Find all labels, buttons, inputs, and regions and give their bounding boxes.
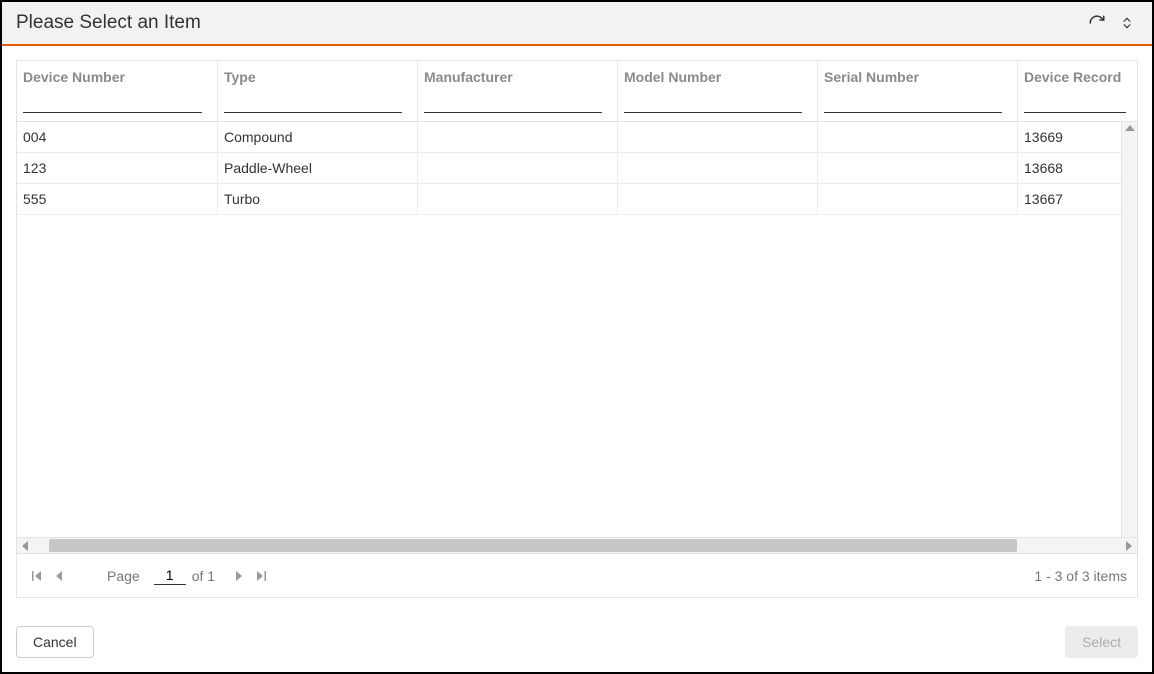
cell-manufacturer <box>418 184 618 214</box>
cell-type: Paddle-Wheel <box>218 153 418 183</box>
scroll-left-icon[interactable] <box>17 538 33 554</box>
column-header-type[interactable]: Type <box>218 61 418 121</box>
cancel-button[interactable]: Cancel <box>16 626 94 658</box>
grid-body-wrap: 004 Compound 13669 123 Paddle-Wheel 1366 <box>17 122 1137 537</box>
pager: Page of 1 1 - 3 of 3 items <box>17 553 1137 597</box>
cell-device-record: 13668 <box>1018 153 1121 183</box>
data-grid: Device Number Type Manufacturer Model Nu… <box>16 60 1138 598</box>
pager-page-input[interactable] <box>154 566 186 585</box>
pager-page-label: Page <box>107 568 140 584</box>
dialog-title: Please Select an Item <box>16 12 1078 34</box>
dialog-footer: Cancel Select <box>2 612 1152 672</box>
grid-header-row: Device Number Type Manufacturer Model Nu… <box>17 61 1137 122</box>
cell-serial-number <box>818 184 1018 214</box>
column-header-device-number[interactable]: Device Number <box>17 61 218 121</box>
grid-body[interactable]: 004 Compound 13669 123 Paddle-Wheel 1366 <box>17 122 1121 537</box>
scroll-thumb[interactable] <box>49 539 1017 552</box>
table-row[interactable]: 123 Paddle-Wheel 13668 <box>17 153 1121 184</box>
refresh-icon[interactable] <box>1086 12 1108 34</box>
pager-info: 1 - 3 of 3 items <box>1034 568 1127 584</box>
column-label: Model Number <box>624 68 811 86</box>
filter-input-device-record[interactable] <box>1024 92 1126 113</box>
cell-device-number: 555 <box>17 184 218 214</box>
column-label: Device Record <box>1024 68 1131 86</box>
filter-input-serial-number[interactable] <box>824 92 1002 113</box>
cell-model-number <box>618 122 818 152</box>
vertical-scrollbar[interactable] <box>1121 122 1137 537</box>
filter-input-model-number[interactable] <box>624 92 802 113</box>
filter-input-type[interactable] <box>224 92 402 113</box>
column-header-manufacturer[interactable]: Manufacturer <box>418 61 618 121</box>
cell-model-number <box>618 153 818 183</box>
column-header-serial-number[interactable]: Serial Number <box>818 61 1018 121</box>
cell-device-record: 13669 <box>1018 122 1121 152</box>
horizontal-scrollbar[interactable] <box>17 537 1137 553</box>
column-label: Manufacturer <box>424 68 611 86</box>
cell-manufacturer <box>418 153 618 183</box>
table-row[interactable]: 004 Compound 13669 <box>17 122 1121 153</box>
cell-type: Turbo <box>218 184 418 214</box>
scroll-track[interactable] <box>33 538 1121 553</box>
select-button[interactable]: Select <box>1065 626 1138 658</box>
column-label: Type <box>224 68 411 86</box>
select-item-dialog: Please Select an Item Device Number Ty <box>0 0 1154 674</box>
cell-model-number <box>618 184 818 214</box>
column-header-device-record[interactable]: Device Record <box>1018 61 1137 121</box>
pager-of-label: of 1 <box>192 568 215 584</box>
pager-first-icon[interactable] <box>27 566 47 586</box>
column-header-model-number[interactable]: Model Number <box>618 61 818 121</box>
dialog-header: Please Select an Item <box>2 2 1152 46</box>
cell-serial-number <box>818 122 1018 152</box>
pager-prev-icon[interactable] <box>49 566 69 586</box>
pager-last-icon[interactable] <box>251 566 271 586</box>
filter-input-device-number[interactable] <box>23 92 202 113</box>
column-label: Serial Number <box>824 68 1011 86</box>
cell-device-number: 123 <box>17 153 218 183</box>
column-label: Device Number <box>23 68 211 86</box>
pager-next-icon[interactable] <box>229 566 249 586</box>
table-row[interactable]: 555 Turbo 13667 <box>17 184 1121 215</box>
cell-manufacturer <box>418 122 618 152</box>
cell-device-record: 13667 <box>1018 184 1121 214</box>
cell-serial-number <box>818 153 1018 183</box>
scroll-right-icon[interactable] <box>1121 538 1137 554</box>
cell-device-number: 004 <box>17 122 218 152</box>
expand-collapse-icon[interactable] <box>1116 12 1138 34</box>
dialog-body: Device Number Type Manufacturer Model Nu… <box>2 46 1152 612</box>
cell-type: Compound <box>218 122 418 152</box>
filter-input-manufacturer[interactable] <box>424 92 602 113</box>
